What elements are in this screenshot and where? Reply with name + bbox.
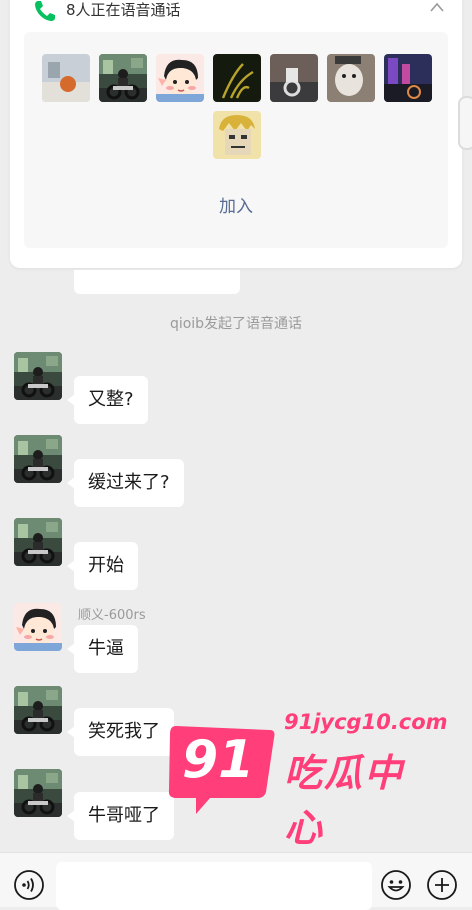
message-bubble[interactable]: 牛哥哑了 [67,792,174,840]
system-message: qioib发起了语音通话 [169,316,303,332]
emoji-icon[interactable] [380,869,412,901]
watermark-name: 吃瓜中心 [284,751,405,850]
phone-icon [35,1,55,21]
participant-avatar [99,54,147,102]
message-bubble[interactable]: 开始 [67,542,138,590]
participant-avatar [270,54,318,102]
avatar[interactable] [14,435,62,483]
join-call-button[interactable]: 加入 [24,192,448,217]
input-bar [0,852,472,910]
previous-message-bubble [74,270,240,294]
watermark-logo: 91 91jycg10.com 吃瓜中心 [166,708,448,850]
voice-call-panel: 8人正在语音通话 加入 [10,0,462,268]
avatar[interactable] [14,769,62,817]
message-bubble[interactable]: 笑死我了 [67,708,174,756]
participant-avatar [156,54,204,102]
participant-avatar [384,54,432,102]
voice-icon[interactable] [13,869,45,901]
plus-icon[interactable] [426,869,458,901]
message-bubble[interactable]: 牛逼 [67,625,138,673]
avatar[interactable] [14,518,62,566]
voice-call-title: 8人正在语音通话 [66,1,181,19]
watermark-url: 91jycg10.com [284,710,448,734]
sender-name: 顺义-600rs [78,608,146,623]
message-bubble[interactable]: 缓过来了? [67,459,184,507]
side-handle[interactable] [458,96,472,150]
avatar[interactable] [14,686,62,734]
participant-avatar [213,54,261,102]
message-input[interactable] [56,862,372,910]
watermark-number: 91 [182,730,255,790]
participant-avatar [327,54,375,102]
message-bubble[interactable]: 又整? [67,376,148,424]
avatar[interactable] [14,352,62,400]
avatar[interactable] [14,603,62,651]
chevron-up-icon[interactable] [430,2,444,12]
participant-avatar [42,54,90,102]
participant-avatar [213,111,261,159]
participants-box: 加入 [24,32,448,248]
